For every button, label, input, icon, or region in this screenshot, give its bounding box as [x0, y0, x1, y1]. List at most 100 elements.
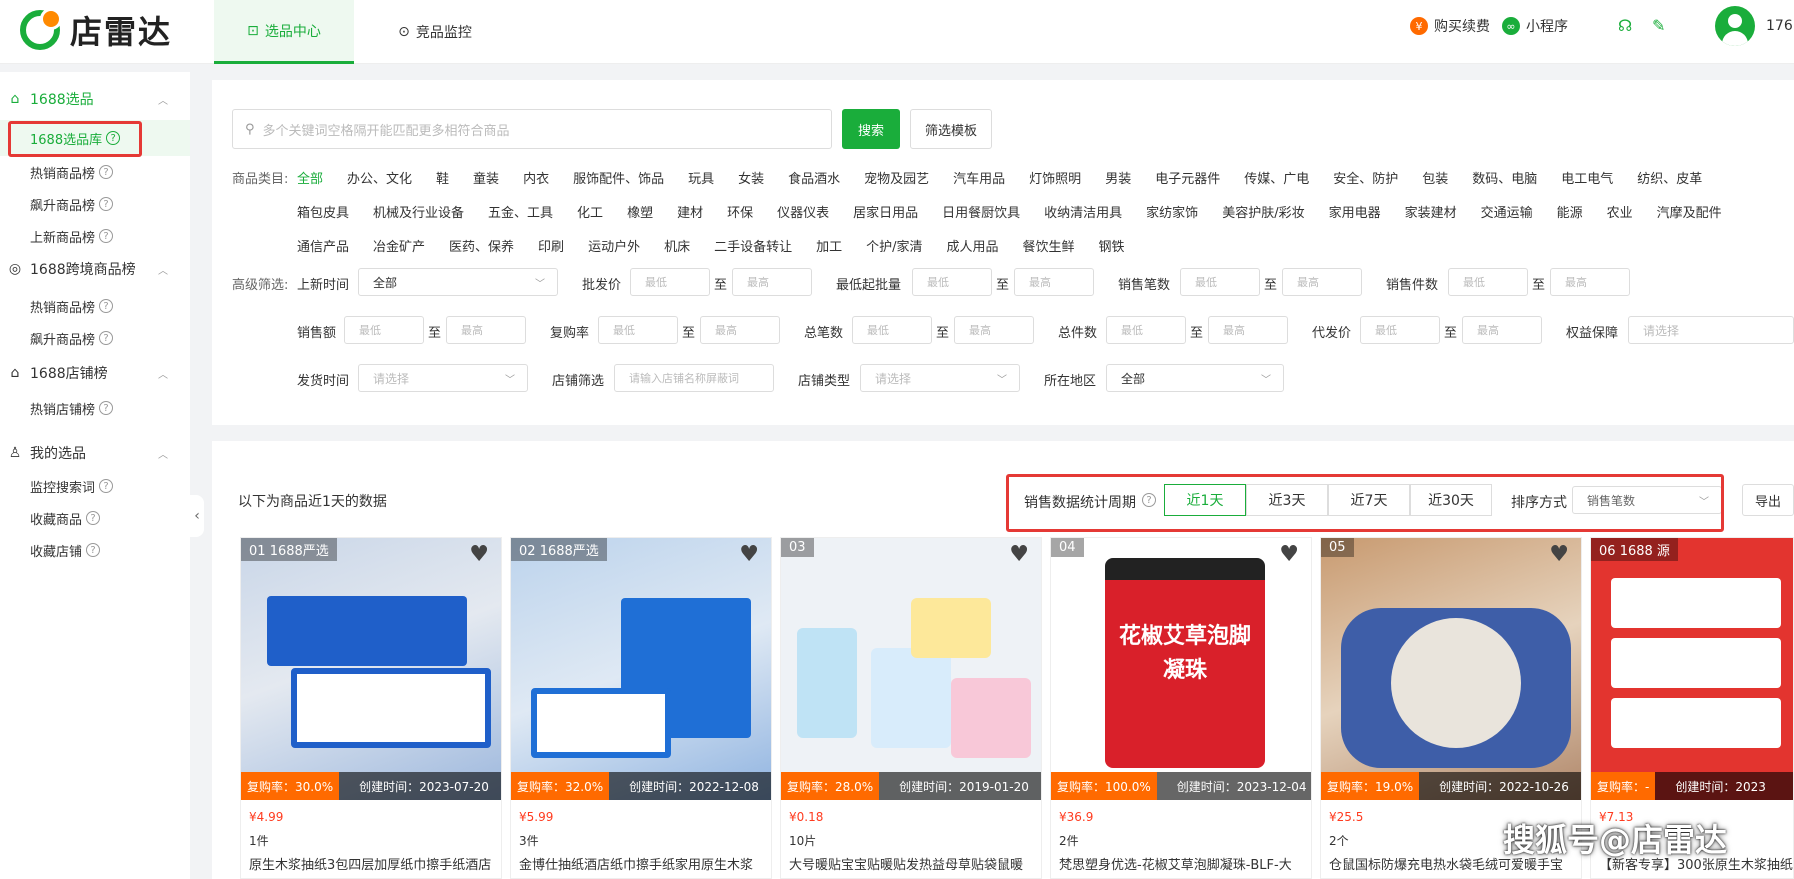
product-title[interactable]: 原生木浆抽纸3包四层加厚纸巾擦手纸酒店: [249, 854, 499, 873]
sidebar-item-cb-hot[interactable]: 热销商品榜?: [30, 292, 114, 320]
sidebar-item-hot-shops[interactable]: 热销店铺榜?: [30, 394, 114, 422]
category-item[interactable]: 汽摩及配件: [1657, 202, 1722, 221]
category-item[interactable]: 钢铁: [1099, 236, 1125, 255]
category-item[interactable]: 服饰配件、饰品: [573, 168, 664, 187]
user-id[interactable]: 176: [1766, 18, 1793, 34]
new-time-select[interactable]: 全部 ﹀: [358, 268, 558, 296]
product-card[interactable]: 花椒艾草泡脚凝珠 04 ♥ 复购率：100.0% 创建时间：2023-12-04 …: [1050, 537, 1312, 879]
help-icon[interactable]: ?: [86, 511, 101, 525]
filter-template-button[interactable]: 筛选模板: [910, 109, 992, 149]
amt-min-input[interactable]: 最低: [344, 316, 424, 344]
category-item[interactable]: 印刷: [538, 236, 564, 255]
help-icon[interactable]: ?: [86, 543, 101, 557]
category-item[interactable]: 个护/家清: [866, 236, 922, 255]
category-item[interactable]: 灯饰照明: [1029, 168, 1081, 187]
favorite-heart-icon[interactable]: ♥: [1549, 542, 1569, 567]
category-item[interactable]: 汽车用品: [953, 168, 1005, 187]
category-item[interactable]: 玩具: [688, 168, 714, 187]
category-item[interactable]: 家装建材: [1405, 202, 1457, 221]
category-item[interactable]: 能源: [1557, 202, 1583, 221]
product-title[interactable]: 大号暖贴宝宝贴暖贴发热益母草贴袋鼠暖: [789, 854, 1039, 873]
category-item[interactable]: 餐饮生鲜: [1023, 236, 1075, 255]
product-title[interactable]: 梵思塑身优选-花椒艾草泡脚凝珠-BLF-大: [1059, 854, 1309, 873]
rep-max-input[interactable]: 最高: [700, 316, 780, 344]
batch-min-input[interactable]: 最低: [912, 268, 992, 296]
category-item[interactable]: 电子元器件: [1155, 168, 1220, 187]
category-item[interactable]: 农业: [1607, 202, 1633, 221]
export-button[interactable]: 导出: [1742, 484, 1794, 516]
product-card[interactable]: 01 1688严选 ♥ 复购率：30.0% 创建时间：2023-07-20 ¥4.…: [240, 537, 502, 879]
category-item[interactable]: 女装: [738, 168, 764, 187]
amt-max-input[interactable]: 最高: [446, 316, 526, 344]
help-icon[interactable]: ?: [99, 229, 114, 243]
sidebar-item-hot[interactable]: 热销商品榜?: [30, 158, 114, 186]
product-image[interactable]: [511, 538, 771, 800]
category-item[interactable]: 鞋: [436, 168, 449, 187]
category-item[interactable]: 美容护肤/彩妆: [1222, 202, 1304, 221]
total-min-input[interactable]: 最低: [852, 316, 932, 344]
sales-count-max-input[interactable]: 最高: [1282, 268, 1362, 296]
tpcs-min-input[interactable]: 最低: [1106, 316, 1186, 344]
category-item[interactable]: 纺织、皮革: [1637, 168, 1702, 187]
help-icon[interactable]: ?: [99, 401, 114, 415]
category-item[interactable]: 仪器仪表: [777, 202, 829, 221]
category-item[interactable]: 通信产品: [297, 236, 349, 255]
category-item[interactable]: 建材: [677, 202, 703, 221]
category-item[interactable]: 机床: [664, 236, 690, 255]
sidebar-section-1688[interactable]: ⌂ 1688选品 ︿: [0, 84, 190, 114]
sidebar-item-monitor-words[interactable]: 监控搜索词?: [30, 472, 114, 500]
buy-renew-link[interactable]: ¥ 购买续费: [1410, 16, 1490, 36]
help-icon[interactable]: ?: [99, 479, 114, 493]
category-item[interactable]: 交通运输: [1481, 202, 1533, 221]
tab-selection-center[interactable]: ⊡ 选品中心: [214, 0, 354, 64]
tab-competitor-monitor[interactable]: ⊙ 竞品监控: [370, 0, 500, 64]
price-max-input[interactable]: 最高: [732, 268, 812, 296]
category-item[interactable]: 加工: [816, 236, 842, 255]
category-item[interactable]: 安全、防护: [1333, 168, 1398, 187]
help-icon[interactable]: ?: [99, 165, 114, 179]
price-min-input[interactable]: 最低: [630, 268, 710, 296]
product-image[interactable]: [1321, 538, 1581, 800]
tpcs-max-input[interactable]: 最高: [1208, 316, 1288, 344]
category-item[interactable]: 二手设备转让: [714, 236, 792, 255]
category-item[interactable]: 办公、文化: [347, 168, 412, 187]
category-item[interactable]: 收纳清洁用具: [1044, 202, 1122, 221]
search-input[interactable]: ⚲ 多个关键词空格隔开能匹配更多相符合商品: [232, 109, 832, 149]
shop-filter-input[interactable]: 请输入店铺名称屏蔽词: [614, 364, 774, 392]
total-max-input[interactable]: 最高: [954, 316, 1034, 344]
category-item[interactable]: 医药、保养: [449, 236, 514, 255]
category-item[interactable]: 家纺家饰: [1146, 202, 1198, 221]
favorite-heart-icon[interactable]: ♥: [469, 542, 489, 567]
category-item[interactable]: 日用餐厨饮具: [942, 202, 1020, 221]
batch-max-input[interactable]: 最高: [1014, 268, 1094, 296]
sales-pcs-min-input[interactable]: 最低: [1448, 268, 1528, 296]
sales-count-min-input[interactable]: 最低: [1180, 268, 1260, 296]
sidebar-item-new[interactable]: 上新商品榜?: [30, 222, 114, 250]
collapse-sidebar-icon[interactable]: ‹: [190, 495, 204, 537]
category-item[interactable]: 内衣: [523, 168, 549, 187]
avatar[interactable]: [1715, 6, 1755, 46]
product-card[interactable]: 03 ♥ 复购率：28.0% 创建时间：2019-01-20 ¥0.18 10片 …: [780, 537, 1042, 879]
help-icon[interactable]: ?: [99, 197, 114, 211]
mini-program-link[interactable]: ∞ 小程序: [1502, 16, 1568, 36]
product-image[interactable]: [781, 538, 1041, 800]
category-item[interactable]: 成人用品: [947, 236, 999, 255]
sidebar-item-fav-products[interactable]: 收藏商品?: [30, 504, 101, 532]
category-item[interactable]: 五金、工具: [488, 202, 553, 221]
category-item[interactable]: 箱包皮具: [297, 202, 349, 221]
proxy-max-input[interactable]: 最高: [1462, 316, 1542, 344]
product-title[interactable]: 金博仕抽纸酒店纸巾擦手纸家用原生木浆: [519, 854, 769, 873]
help-icon[interactable]: ?: [99, 299, 114, 313]
sidebar-section-mine[interactable]: ♙ 我的选品 ︿: [0, 438, 190, 468]
rights-select[interactable]: 请选择: [1628, 316, 1794, 344]
ship-time-select[interactable]: 请选择 ﹀: [358, 364, 528, 392]
favorite-heart-icon[interactable]: ♥: [739, 542, 759, 567]
sidebar-item-cb-rising[interactable]: 飙升商品榜?: [30, 324, 114, 352]
rep-min-input[interactable]: 最低: [598, 316, 678, 344]
category-item[interactable]: 冶金矿产: [373, 236, 425, 255]
category-item[interactable]: 电工电气: [1561, 168, 1613, 187]
category-item[interactable]: 机械及行业设备: [373, 202, 464, 221]
sidebar-section-crossborder[interactable]: ◎ 1688跨境商品榜 ︿: [0, 254, 190, 284]
category-item[interactable]: 童装: [473, 168, 499, 187]
shop-type-select[interactable]: 请选择 ﹀: [860, 364, 1020, 392]
